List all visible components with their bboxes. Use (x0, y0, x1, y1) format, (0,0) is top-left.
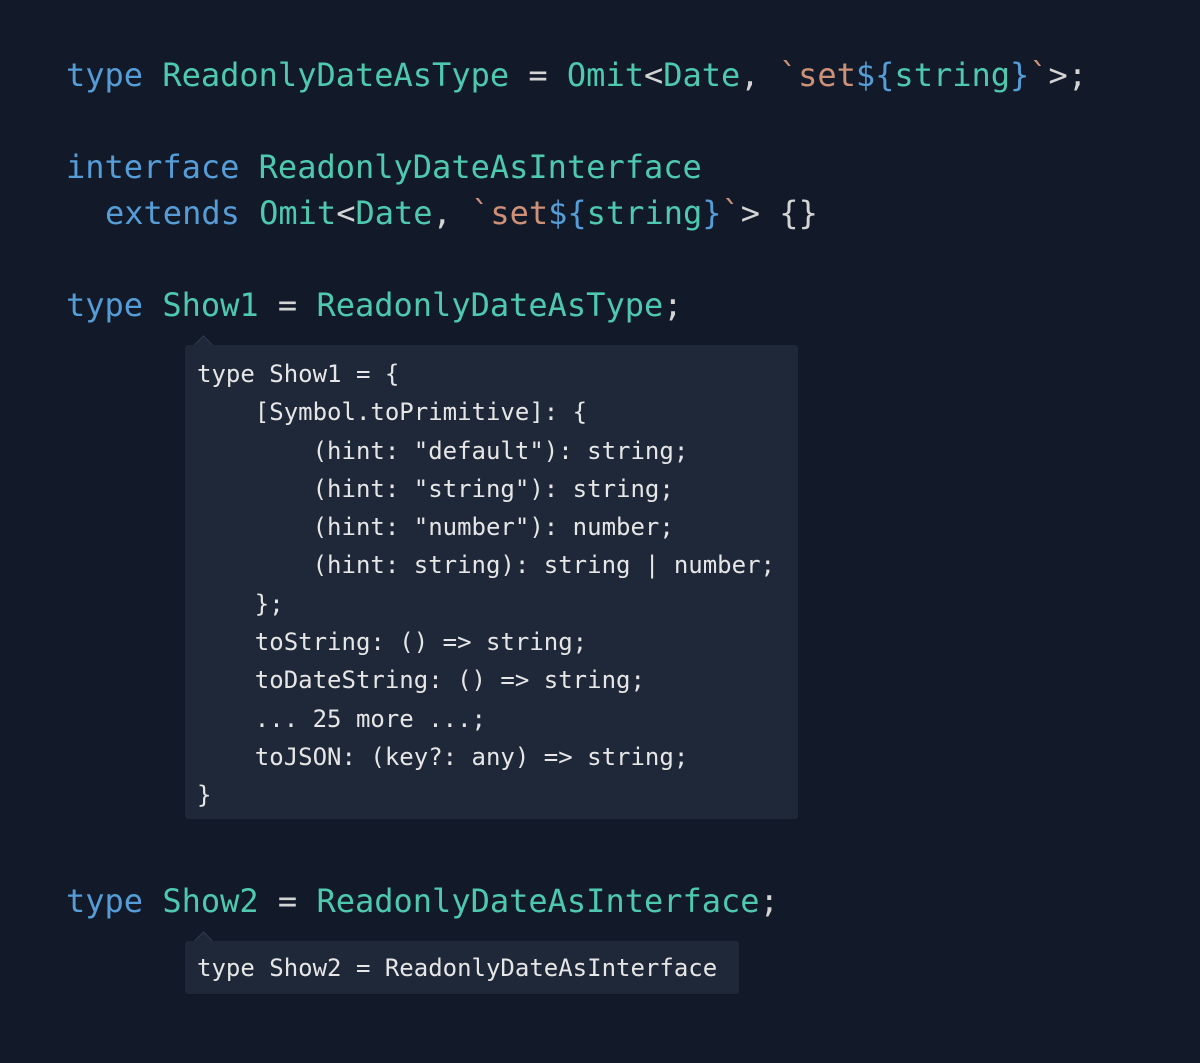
hover-tooltip-show2: type Show2 = ReadonlyDateAsInterface (185, 941, 739, 994)
date-type: Date (355, 194, 433, 232)
omit-type: Omit (566, 56, 644, 94)
tooltip-line: (hint: "number"): number; (197, 513, 674, 542)
type-name-show1: Show1 (162, 286, 259, 324)
string-type: string (894, 56, 1011, 94)
type-reference: ReadonlyDateAsInterface (316, 882, 760, 920)
tooltip-line: toString: () => string; (197, 628, 588, 657)
tooltip-line: (hint: "string"): string; (197, 474, 674, 503)
tooltip-line: } (197, 781, 212, 810)
date-type: Date (663, 56, 741, 94)
backtick-open: ` (778, 56, 799, 94)
angle-open: < (336, 194, 356, 232)
backtick-close: ` (1029, 56, 1049, 94)
keyword-type: type (66, 882, 144, 920)
keyword-type: type (66, 56, 144, 94)
semicolon: ; (663, 286, 683, 324)
keyword-interface: interface (66, 148, 240, 186)
tooltip-line: toDateString: () => string; (197, 666, 645, 695)
hover-tooltip-show1: type Show1 = { [Symbol.toPrimitive]: { (… (185, 345, 798, 819)
template-interp-close: } (702, 194, 722, 232)
equals: = (258, 882, 317, 920)
template-literal-text: set (798, 56, 856, 94)
angle-open: < (643, 56, 664, 94)
tooltip-line: }; (197, 589, 284, 618)
keyword-type: type (66, 286, 144, 324)
code-line-show2[interactable]: type Show2 = ReadonlyDateAsInterface; (66, 878, 779, 924)
semicolon: ; (759, 882, 779, 920)
omit-type: Omit (259, 194, 337, 232)
tooltip-line: ... 25 more ...; (197, 704, 486, 733)
template-literal-text: set (490, 194, 549, 232)
line-end: > {} (740, 194, 818, 232)
comma: , (432, 194, 472, 232)
template-interp-open: ${ (548, 194, 587, 232)
code-line-extends-clause[interactable]: extends Omit<Date, `set${string}`> {} (66, 190, 818, 236)
template-interp-close: } (1010, 56, 1030, 94)
backtick-close: ` (721, 194, 741, 232)
equals: = (509, 56, 567, 94)
tooltip-line: type Show2 = ReadonlyDateAsInterface (197, 954, 718, 982)
tooltip-line: (hint: string): string | number; (197, 551, 775, 580)
template-interp-open: ${ (855, 56, 895, 94)
keyword-extends: extends (105, 194, 240, 232)
comma: , (740, 56, 779, 94)
type-name-show2: Show2 (162, 882, 259, 920)
type-reference: ReadonlyDateAsType (316, 286, 664, 324)
type-name: ReadonlyDateAsType (162, 56, 510, 94)
string-type: string (586, 194, 703, 232)
interface-name: ReadonlyDateAsInterface (258, 148, 702, 186)
backtick-open: ` (471, 194, 491, 232)
code-line-show1[interactable]: type Show1 = ReadonlyDateAsType; (66, 282, 683, 328)
tooltip-line: (hint: "default"): string; (197, 436, 689, 465)
code-line-interface-decl[interactable]: interface ReadonlyDateAsInterface (66, 144, 702, 190)
tooltip-line: [Symbol.toPrimitive]: { (197, 398, 588, 427)
tooltip-line: type Show1 = { (197, 360, 400, 388)
code-line-readonly-date-as-type[interactable]: type ReadonlyDateAsType = Omit<Date, `se… (66, 52, 1087, 98)
line-end: >; (1048, 56, 1088, 94)
tooltip-line: toJSON: (key?: any) => string; (197, 742, 689, 771)
equals: = (258, 286, 317, 324)
